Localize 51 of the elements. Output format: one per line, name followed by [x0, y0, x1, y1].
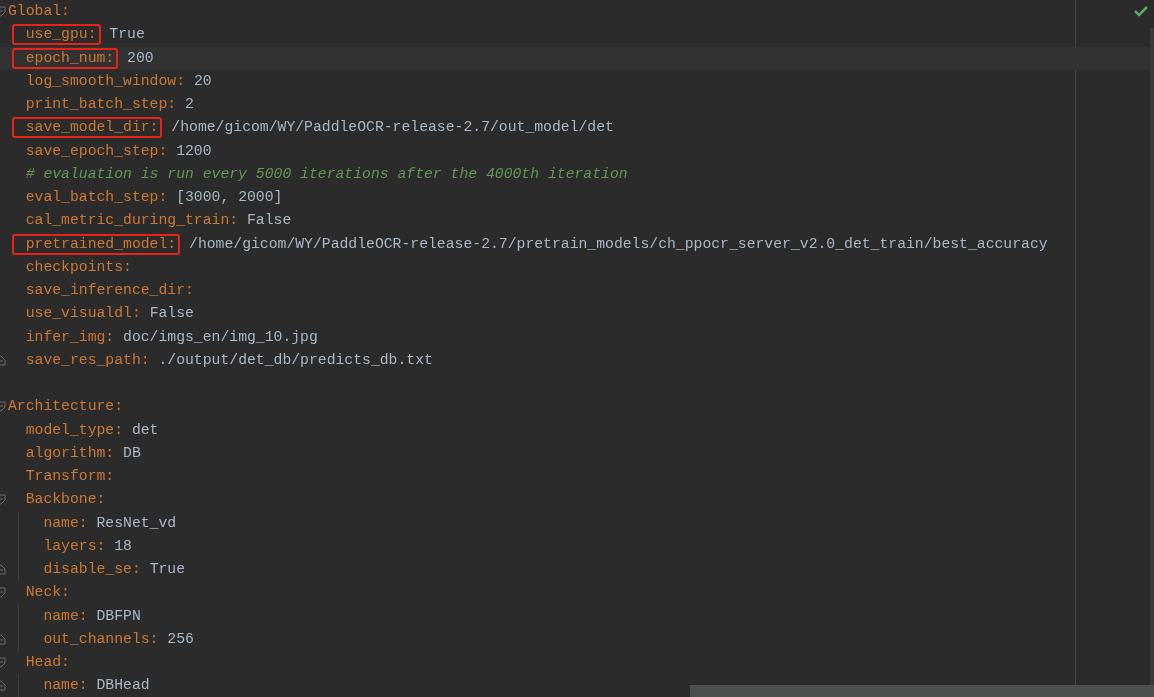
check-icon[interactable]	[1134, 5, 1148, 17]
yaml-key: layers:	[43, 534, 106, 558]
yaml-key: Architecture:	[8, 395, 124, 419]
yaml-key: print_batch_step:	[25, 93, 177, 117]
yaml-key: eval_batch_step:	[25, 186, 168, 210]
yaml-value: False	[149, 304, 194, 324]
yaml-key: Head:	[25, 651, 70, 675]
yaml-key: name:	[43, 604, 88, 628]
yaml-value: doc/imgs_en/img_10.jpg	[123, 327, 318, 347]
yaml-value: 200	[127, 48, 154, 68]
yaml-value: True	[149, 560, 186, 579]
yaml-key: out_channels:	[43, 627, 159, 651]
yaml-value: True	[109, 25, 145, 45]
yaml-key: model_type:	[25, 418, 124, 442]
yaml-value: DBFPN	[96, 606, 141, 626]
yaml-key: Neck:	[25, 581, 70, 605]
scrollbar[interactable]	[690, 685, 1154, 697]
yaml-key: pretrained_model:	[25, 232, 177, 256]
yaml-value: [3000, 2000]	[176, 188, 283, 207]
yaml-value: ./output/det_db/predicts_db.txt	[158, 350, 433, 370]
yaml-value: /home/gicom/WY/PaddleOCR-release-2.7/out_model/det	[171, 118, 614, 138]
yaml-value: 18	[114, 536, 132, 556]
yaml-key: disable_se:	[43, 558, 141, 582]
yaml-value: DBHead	[96, 676, 150, 696]
yaml-key: save_res_path:	[25, 348, 150, 372]
yaml-key: save_inference_dir:	[25, 279, 194, 303]
yaml-value: ResNet_vd	[96, 513, 177, 533]
yaml-key: Global:	[8, 0, 70, 24]
yaml-key: log_smooth_window:	[25, 69, 185, 93]
yaml-key: infer_img:	[25, 325, 115, 349]
yaml-key: algorithm:	[25, 441, 115, 465]
yaml-value: 2	[185, 95, 194, 114]
yaml-key: use_gpu:	[25, 23, 97, 47]
yaml-key: name:	[43, 674, 88, 697]
yaml-key: epoch_num:	[25, 46, 115, 70]
yaml-key: save_model_dir:	[25, 116, 159, 140]
yaml-key: Transform:	[25, 465, 115, 489]
yaml-key: name:	[43, 511, 88, 535]
yaml-value: 256	[167, 629, 194, 649]
yaml-key: checkpoints:	[25, 255, 132, 279]
yaml-value: /home/gicom/WY/PaddleOCR-release-2.7/pretrain_models/ch_ppocr_server_v2.0_det_train/best_accuracy	[189, 234, 1048, 254]
yaml-value: DB	[123, 443, 141, 463]
yaml-key: use_visualdl:	[25, 302, 141, 326]
yaml-value: False	[247, 211, 292, 231]
yaml-value: det	[131, 420, 159, 440]
yaml-key: save_epoch_step:	[25, 139, 168, 163]
code-comment: # evaluation is run every 5000 iterations after the 4000th iteration	[25, 164, 628, 184]
yaml-value: 1200	[176, 141, 212, 161]
yaml-key: cal_metric_during_train:	[25, 209, 239, 233]
yaml-value: 20	[193, 71, 212, 91]
yaml-key: Backbone:	[25, 488, 106, 512]
